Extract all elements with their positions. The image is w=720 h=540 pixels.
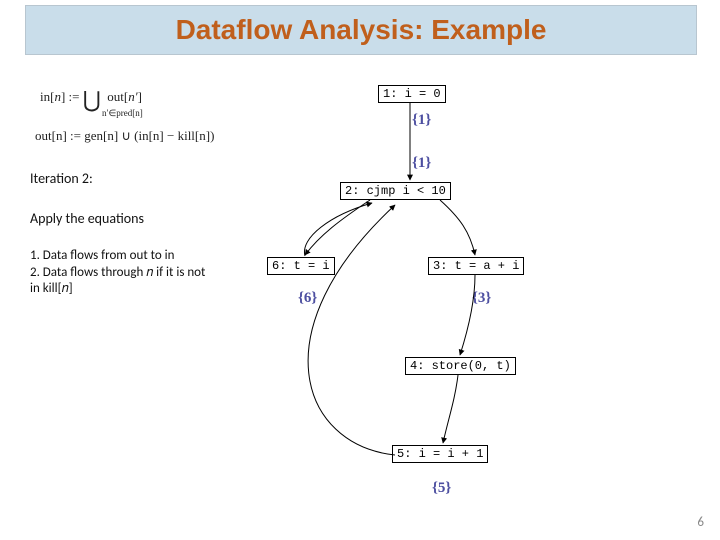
node-3: 3: t = a + i bbox=[428, 257, 524, 275]
apply-label: Apply the equations bbox=[30, 210, 144, 227]
set-out-3: {3} bbox=[472, 290, 491, 307]
equation-in-subscript: n′∈pred[n] bbox=[102, 108, 143, 119]
node-2: 2: cjmp i < 10 bbox=[340, 182, 451, 200]
rule-2a: 2. Data flows through 𝑛 if it is not bbox=[30, 265, 205, 281]
set-out-5: {5} bbox=[432, 480, 451, 497]
rule-1: 1. Data flows from out to in bbox=[30, 248, 174, 264]
node-5: 5: i = i + 1 bbox=[392, 445, 488, 463]
page-number: 6 bbox=[697, 515, 704, 530]
set-out-6: {6} bbox=[298, 290, 317, 307]
slide-title: Dataflow Analysis: Example bbox=[176, 14, 547, 46]
equation-out: out[n] := gen[n] ∪ (in[n] − kill[n]) bbox=[35, 128, 214, 144]
iteration-label: Iteration 2: bbox=[30, 170, 93, 187]
node-6: 6: t = i bbox=[267, 257, 335, 275]
set-in-2: {1} bbox=[412, 155, 431, 172]
set-out-1: {1} bbox=[412, 112, 431, 129]
title-bar: Dataflow Analysis: Example bbox=[25, 5, 697, 55]
rule-2b: in kill[𝑛] bbox=[30, 281, 73, 297]
node-4: 4: store(0, t) bbox=[405, 357, 516, 375]
node-1: 1: i = 0 bbox=[378, 85, 446, 103]
